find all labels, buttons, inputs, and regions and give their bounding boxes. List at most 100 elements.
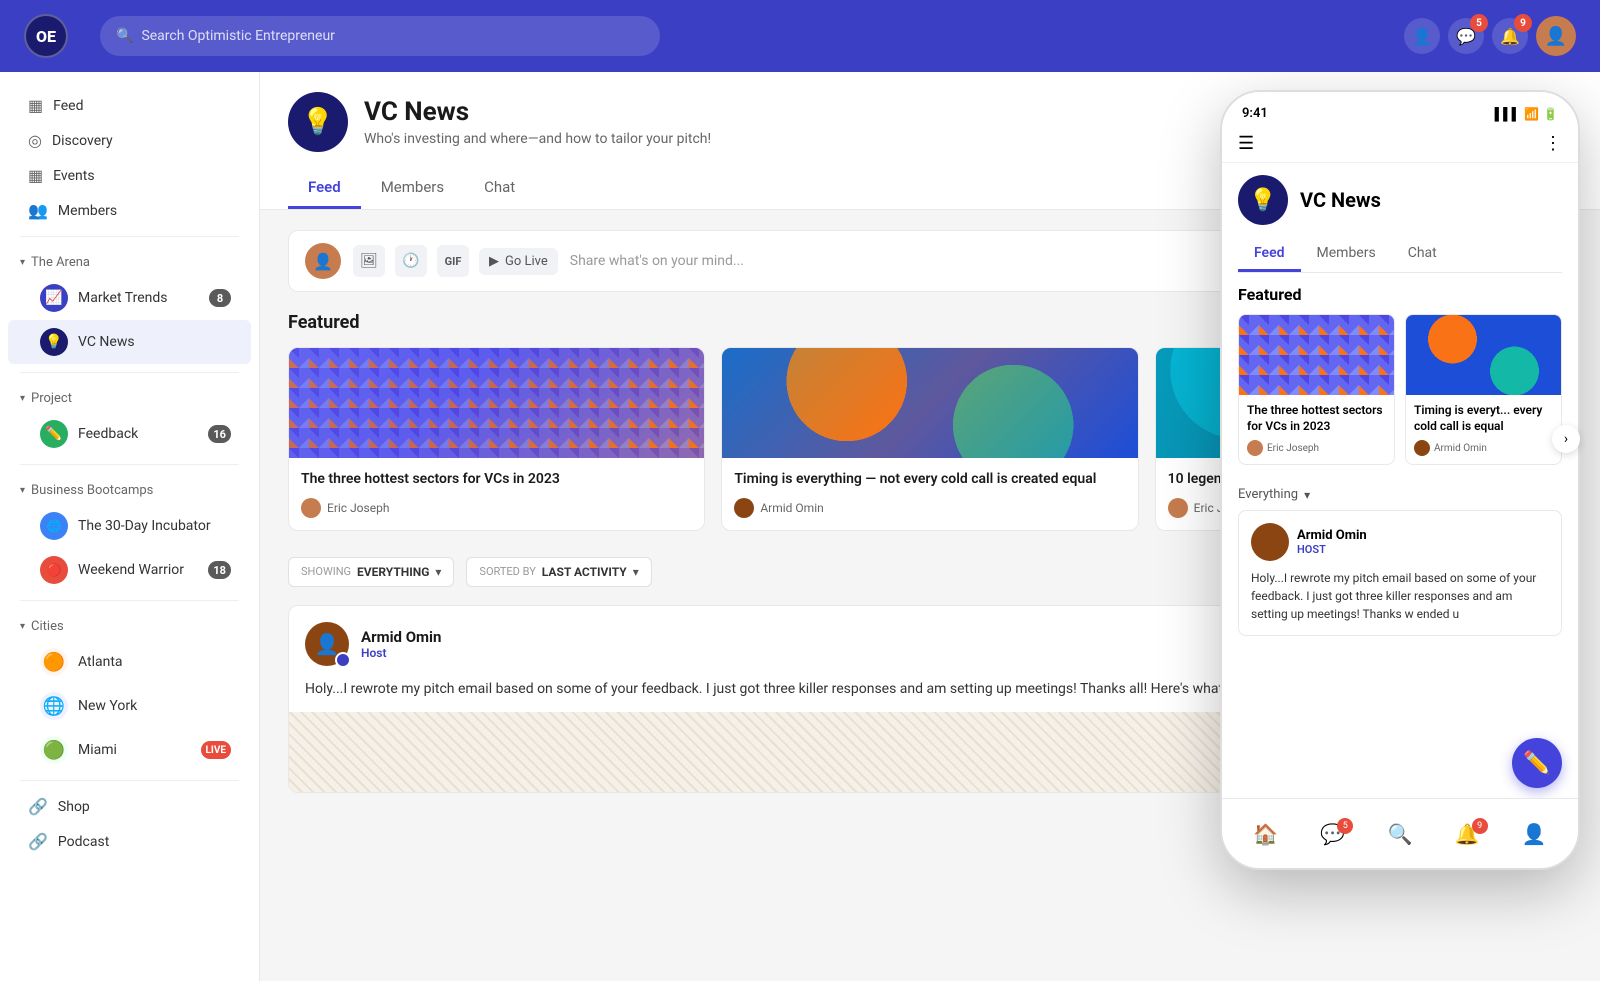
go-live-button[interactable]: ▶ Go Live	[479, 248, 558, 275]
sidebar-section-bootcamps[interactable]: ▾ Business Bootcamps	[0, 473, 259, 504]
card-pattern-2	[722, 348, 1137, 458]
card-author-1: Eric Joseph	[301, 498, 692, 518]
sidebar-divider-1	[20, 236, 239, 237]
card-title-1: The three hottest sectors for VCs in 202…	[301, 470, 692, 490]
sidebar-section-project[interactable]: ▾ Project	[0, 381, 259, 412]
author-name-1: Eric Joseph	[327, 501, 389, 515]
battery-icon: 🔋	[1543, 107, 1558, 121]
mobile-featured-cards: The three hottest sectors for VCs in 202…	[1238, 314, 1562, 465]
search-icon: 🔍	[116, 28, 133, 44]
image-upload-button[interactable]: 🖼	[353, 245, 385, 277]
tab-chat[interactable]: Chat	[464, 168, 535, 209]
mobile-nav-messages[interactable]: 💬 5	[1320, 822, 1345, 846]
sidebar-item-miami[interactable]: 🟢 Miami LIVE	[8, 728, 251, 772]
chevron-down-icon: ▾	[20, 257, 25, 268]
app-logo[interactable]: OE	[24, 14, 68, 58]
messages-button[interactable]: 💬 5	[1448, 18, 1484, 54]
feedback-icon: ✏️	[40, 420, 68, 448]
sidebar-section-arena[interactable]: ▾ The Arena	[0, 245, 259, 276]
mobile-tab-chat[interactable]: Chat	[1392, 237, 1453, 272]
miami-label: Miami	[78, 742, 117, 758]
sorted-value: LAST ACTIVITY	[542, 565, 627, 579]
showing-label: SHOWING	[301, 565, 351, 578]
card-image-1	[289, 348, 704, 458]
sidebar-item-newyork[interactable]: 🌐 New York	[8, 684, 251, 728]
mobile-card-1[interactable]: The three hottest sectors for VCs in 202…	[1238, 314, 1395, 465]
featured-card-1[interactable]: The three hottest sectors for VCs in 202…	[288, 347, 705, 531]
clock-button[interactable]: 🕐	[395, 245, 427, 277]
sorted-label: SORTED BY	[479, 565, 535, 578]
video-icon: ▶	[489, 254, 499, 269]
mobile-post: Armid Omin HOST Holy...I rewrote my pitc…	[1238, 510, 1562, 636]
showing-dropdown[interactable]: SHOWING EVERYTHING ▾	[288, 557, 454, 587]
sidebar-item-discovery[interactable]: ◎ Discovery	[8, 123, 251, 158]
mobile-fab-button[interactable]: ✏️	[1512, 738, 1562, 788]
mobile-featured-label: Featured	[1238, 285, 1562, 304]
mobile-nav-notifications[interactable]: 🔔 9	[1455, 822, 1480, 846]
card-title-2: Timing is everything — not every cold ca…	[734, 470, 1125, 490]
notifications-badge: 9	[1514, 14, 1532, 32]
mobile-more-icon[interactable]: ⋮	[1544, 133, 1562, 154]
mobile-group-icon: 💡	[1238, 175, 1288, 225]
home-icon: 🏠	[1253, 822, 1278, 846]
sidebar-item-market-trends[interactable]: 📈 Market Trends 8	[8, 276, 251, 320]
atlanta-label: Atlanta	[78, 654, 123, 670]
sidebar-item-atlanta[interactable]: 🟠 Atlanta	[8, 640, 251, 684]
post-author-name: Armid Omin	[361, 628, 441, 646]
mobile-author-name-2: Armid Omin	[1434, 443, 1487, 454]
sidebar-item-warrior[interactable]: 🔴 Weekend Warrior 18	[8, 548, 251, 592]
sidebar-item-incubator[interactable]: 🌐 The 30-Day Incubator	[8, 504, 251, 548]
mobile-time: 9:41	[1242, 106, 1268, 121]
chevron-bootcamps-icon: ▾	[20, 485, 25, 496]
mobile-tab-feed[interactable]: Feed	[1238, 237, 1301, 272]
mobile-post-content: Holy...I rewrote my pitch email based on…	[1251, 569, 1549, 623]
incubator-label: The 30-Day Incubator	[78, 518, 211, 534]
sidebar-item-podcast[interactable]: 🔗 Podcast	[8, 824, 251, 859]
mobile-nav-search[interactable]: 🔍	[1388, 822, 1413, 846]
sidebar-item-feedback[interactable]: ✏️ Feedback 16	[8, 412, 251, 456]
chevron-project-icon: ▾	[20, 393, 25, 404]
sidebar-item-vc-news[interactable]: 💡 VC News	[8, 320, 251, 364]
chevron-cities-icon: ▾	[20, 621, 25, 632]
mobile-author-avatar-1	[1247, 440, 1263, 456]
mobile-card-img-1	[1239, 315, 1394, 395]
sidebar-divider-2	[20, 372, 239, 373]
go-live-label: Go Live	[505, 254, 548, 269]
atlanta-dot: 🟠	[40, 648, 68, 676]
sidebar-item-events[interactable]: ▦ Events	[8, 158, 251, 193]
gif-button[interactable]: GIF	[437, 245, 469, 277]
arena-section-label: The Arena	[31, 255, 90, 270]
add-user-button[interactable]: 👤	[1404, 18, 1440, 54]
cities-section-label: Cities	[31, 619, 64, 634]
sorted-dropdown[interactable]: SORTED BY LAST ACTIVITY ▾	[466, 557, 651, 587]
mobile-card-2[interactable]: Timing is everyt... every cold call is e…	[1405, 314, 1562, 465]
mobile-post-avatar	[1251, 523, 1289, 561]
sorted-chevron-icon: ▾	[633, 565, 639, 579]
notifications-button[interactable]: 🔔 9	[1492, 18, 1528, 54]
mobile-status-icons: ▌▌▌ 📶 🔋	[1495, 107, 1558, 121]
composer-avatar: 👤	[305, 243, 341, 279]
mobile-nav-home[interactable]: 🏠	[1253, 822, 1278, 846]
featured-card-2[interactable]: Timing is everything — not every cold ca…	[721, 347, 1138, 531]
miami-live-badge: LIVE	[201, 741, 232, 759]
sidebar-divider-3	[20, 464, 239, 465]
user-avatar[interactable]: 👤	[1536, 16, 1576, 56]
tab-members[interactable]: Members	[361, 168, 464, 209]
mobile-nav-profile[interactable]: 👤	[1522, 822, 1547, 846]
search-bar[interactable]: 🔍 Search Optimistic Entrepreneur	[100, 16, 660, 56]
mobile-tab-members[interactable]: Members	[1301, 237, 1392, 272]
mobile-mockup: 9:41 ▌▌▌ 📶 🔋 ☰ ⋮ 💡 VC News Feed Members …	[1220, 90, 1580, 870]
carousel-next-button[interactable]: ›	[1552, 425, 1580, 453]
sidebar-section-cities[interactable]: ▾ Cities	[0, 609, 259, 640]
sidebar-item-members[interactable]: 👥 Members	[8, 193, 251, 228]
tab-feed[interactable]: Feed	[288, 168, 361, 209]
mobile-filter[interactable]: Everything ▾	[1238, 479, 1562, 510]
card-body-2: Timing is everything — not every cold ca…	[722, 458, 1137, 530]
sidebar-item-shop[interactable]: 🔗 Shop	[8, 789, 251, 824]
top-navigation: OE 🔍 Search Optimistic Entrepreneur 👤 💬 …	[0, 0, 1600, 72]
mobile-menu-icon[interactable]: ☰	[1238, 133, 1254, 154]
warrior-icon: 🔴	[40, 556, 68, 584]
market-trends-label: Market Trends	[78, 290, 167, 306]
sidebar-item-feed[interactable]: ▦ Feed	[8, 88, 251, 123]
warrior-badge: 18	[208, 561, 231, 579]
